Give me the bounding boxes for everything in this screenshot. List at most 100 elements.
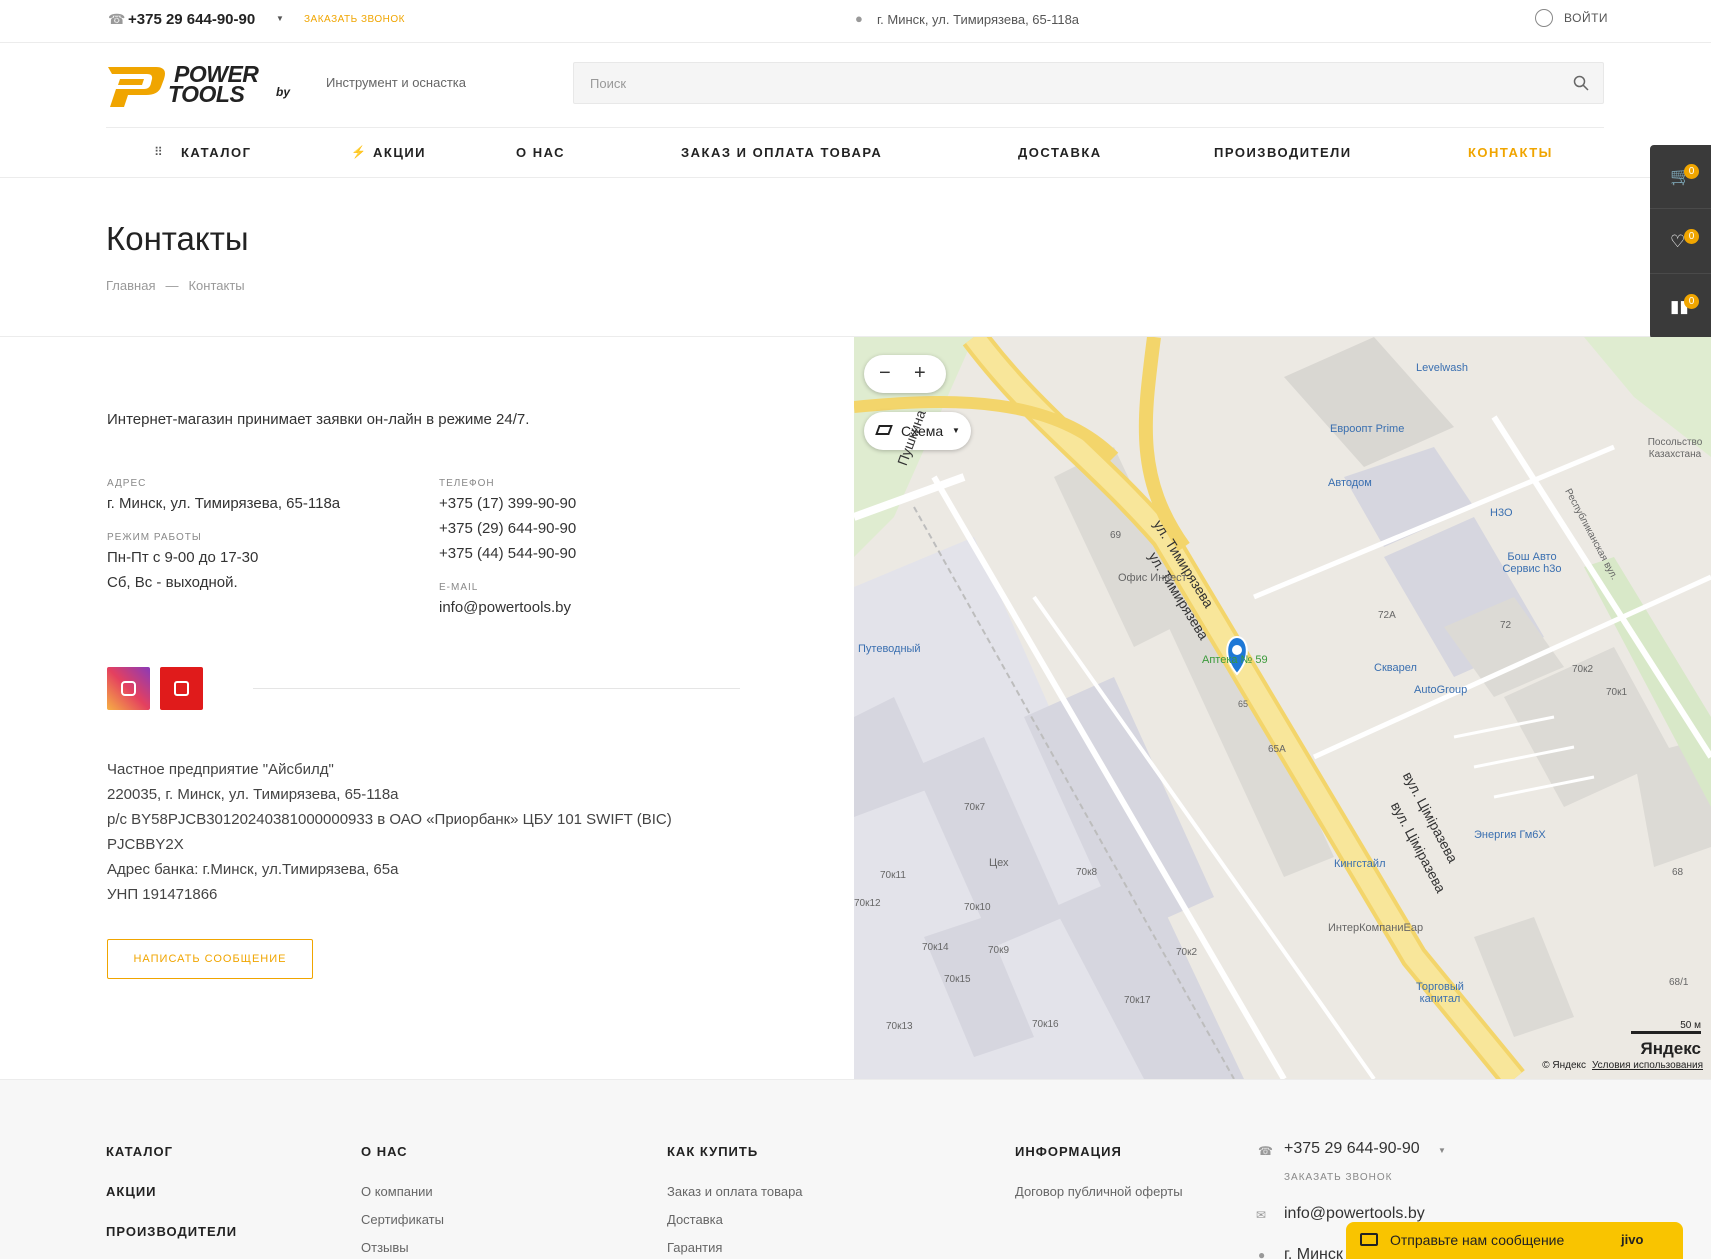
footer-about-heading[interactable]: О нас — [361, 1144, 408, 1159]
map-poi[interactable]: Кингстайл — [1334, 858, 1386, 870]
phone-1[interactable]: +375 (17) 399-90-90 — [439, 491, 576, 516]
hours-label: Режим работы — [107, 532, 202, 543]
map-poi[interactable]: Скварел — [1374, 662, 1417, 674]
footer-address: г. Минск — [1284, 1246, 1343, 1259]
footer-link[interactable]: Доставка — [667, 1212, 723, 1227]
zoom-in-button[interactable]: + — [914, 362, 926, 385]
map-poi-pharmacy[interactable]: Аптека № 59 — [1202, 654, 1268, 666]
top-phone[interactable]: +375 29 644-90-90 — [128, 11, 255, 28]
map-poi[interactable]: Посольство Казахстана — [1642, 437, 1708, 461]
nav-catalog[interactable]: Каталог — [181, 145, 251, 160]
footer-link[interactable]: Отзывы — [361, 1240, 409, 1255]
map-terms-link[interactable]: Условия использования — [1592, 1060, 1703, 1071]
email-label: E-mail — [439, 582, 479, 593]
footer-callback-link[interactable]: Заказать звонок — [1284, 1172, 1392, 1183]
map-poi[interactable]: Торговый капитал — [1410, 981, 1470, 1005]
map-poi[interactable]: Евроопт Prime — [1330, 423, 1404, 435]
map-poi[interactable]: H3O — [1490, 507, 1513, 519]
footer-how-to-buy-heading[interactable]: Как купить — [667, 1144, 758, 1159]
building-number: 70к12 — [854, 898, 881, 909]
catalog-grid-icon: ⠿ — [154, 145, 163, 159]
footer-link[interactable]: Сертификаты — [361, 1212, 444, 1227]
footer-link[interactable]: Заказ и оплата товара — [667, 1184, 803, 1199]
layers-icon — [875, 425, 893, 435]
email-value[interactable]: info@powertools.by — [439, 595, 571, 620]
chevron-down-icon[interactable]: ▼ — [1438, 1146, 1446, 1155]
building-number: 70к14 — [922, 942, 949, 953]
map-poi[interactable]: ИнтерКомпаниЕар — [1328, 922, 1423, 934]
map-poi[interactable]: Автодом — [1328, 477, 1372, 489]
login-link[interactable]: Войти — [1564, 11, 1608, 25]
building-number: 65 — [1238, 699, 1249, 709]
write-message-button[interactable]: Написать сообщение — [107, 939, 313, 979]
chevron-down-icon: ▼ — [952, 426, 960, 435]
hours-weekdays: Пн-Пт с 9-00 до 17-30 — [107, 549, 259, 566]
footer-link[interactable]: О компании — [361, 1184, 433, 1199]
legal-swift: PJCBBY2X — [107, 836, 184, 853]
footer-manufacturers[interactable]: Производители — [106, 1224, 237, 1239]
map-scale-label: 50 м — [1680, 1020, 1701, 1031]
instagram-button[interactable] — [107, 667, 150, 710]
building-number: 70к10 — [964, 902, 991, 913]
logo-suffix: by — [276, 85, 291, 99]
callback-link[interactable]: Заказать звонок — [304, 14, 405, 25]
building-number: 70к15 — [944, 974, 971, 985]
chat-widget[interactable]: Отправьте нам сообщение jivo — [1346, 1222, 1683, 1259]
chat-widget-label: Отправьте нам сообщение — [1390, 1232, 1565, 1248]
building-number: 70к17 — [1124, 995, 1151, 1006]
yandex-logo: Яндекс — [1640, 1039, 1701, 1058]
building-number: 65А — [1268, 744, 1286, 755]
search-input[interactable] — [574, 63, 1603, 103]
footer-info-heading[interactable]: Информация — [1015, 1144, 1122, 1159]
nav-manufacturers[interactable]: Производители — [1214, 145, 1352, 160]
map-poi[interactable]: AutoGroup — [1414, 684, 1467, 696]
building-number: 70к13 — [886, 1021, 913, 1032]
social-divider — [253, 688, 740, 689]
page-title: Контакты — [106, 220, 249, 257]
nav-about[interactable]: О нас — [516, 145, 565, 160]
legal-bank-address: Адрес банка: г.Минск, ул.Тимирязева, 65а — [107, 861, 399, 878]
nav-promotions[interactable]: Акции — [373, 145, 426, 160]
chevron-down-icon[interactable]: ▼ — [276, 14, 284, 23]
map-poi[interactable]: Путеводный — [858, 643, 921, 655]
footer-catalog[interactable]: Каталог — [106, 1144, 173, 1159]
map-poi[interactable]: Цех — [989, 857, 1009, 869]
map[interactable]: − + Схема ▼ ул. Тимирязева ул. Тимирязев… — [854, 337, 1711, 1079]
phone-label: Телефон — [439, 478, 495, 489]
youtube-button[interactable] — [160, 667, 203, 710]
location-pin-icon: ● — [855, 11, 863, 26]
cart-button[interactable]: 🛒 0 — [1650, 145, 1711, 209]
address-label: Адрес — [107, 478, 147, 489]
footer-promotions[interactable]: Акции — [106, 1184, 157, 1199]
nav-order-payment[interactable]: Заказ и оплата товара — [681, 145, 882, 160]
search-icon[interactable] — [1573, 75, 1589, 91]
footer-link[interactable]: Гарантия — [667, 1240, 722, 1255]
footer-phone[interactable]: +375 29 644-90-90 — [1284, 1140, 1420, 1158]
wishlist-button[interactable]: ♡ 0 — [1650, 210, 1711, 274]
map-poi[interactable]: Levelwash — [1416, 362, 1468, 374]
main-nav: ⠿ Каталог ⚡ Акции О нас Заказ и оплата т… — [106, 127, 1604, 178]
phone-2[interactable]: +375 (29) 644-90-90 — [439, 516, 576, 541]
phone-3[interactable]: +375 (44) 544-90-90 — [439, 541, 576, 566]
map-poi[interactable]: Офис Инвест — [1118, 572, 1187, 584]
nav-delivery[interactable]: Доставка — [1018, 145, 1102, 160]
nav-contacts[interactable]: Контакты — [1468, 145, 1553, 160]
breadcrumb-current: Контакты — [188, 278, 245, 293]
map-poi[interactable]: Энергия Гм6Х — [1474, 829, 1546, 841]
cart-badge: 0 — [1684, 164, 1699, 179]
compare-button[interactable]: ▮▮ 0 — [1650, 275, 1711, 339]
logo[interactable]: POWER TOOLS by — [106, 59, 296, 109]
building-number: 70к8 — [1076, 867, 1098, 878]
footer-email[interactable]: info@powertools.by — [1284, 1205, 1425, 1223]
footer-link[interactable]: Договор публичной оферты — [1015, 1184, 1183, 1199]
breadcrumb-home[interactable]: Главная — [106, 278, 155, 293]
map-poi[interactable]: Бош Авто Сервис h3o — [1502, 551, 1562, 575]
building-number: 70к7 — [964, 802, 986, 813]
tagline: Инструмент и оснастка — [326, 75, 466, 90]
zoom-out-button[interactable]: − — [879, 362, 891, 385]
user-icon[interactable] — [1535, 9, 1553, 27]
address-value: г. Минск, ул. Тимирязева, 65-118а — [107, 495, 341, 512]
map-copyright: © Яндекс Условия использования — [1542, 1060, 1703, 1071]
legal-company: Частное предприятие "Айсбилд" — [107, 761, 334, 778]
logo-text-tools: TOOLS — [168, 81, 245, 107]
